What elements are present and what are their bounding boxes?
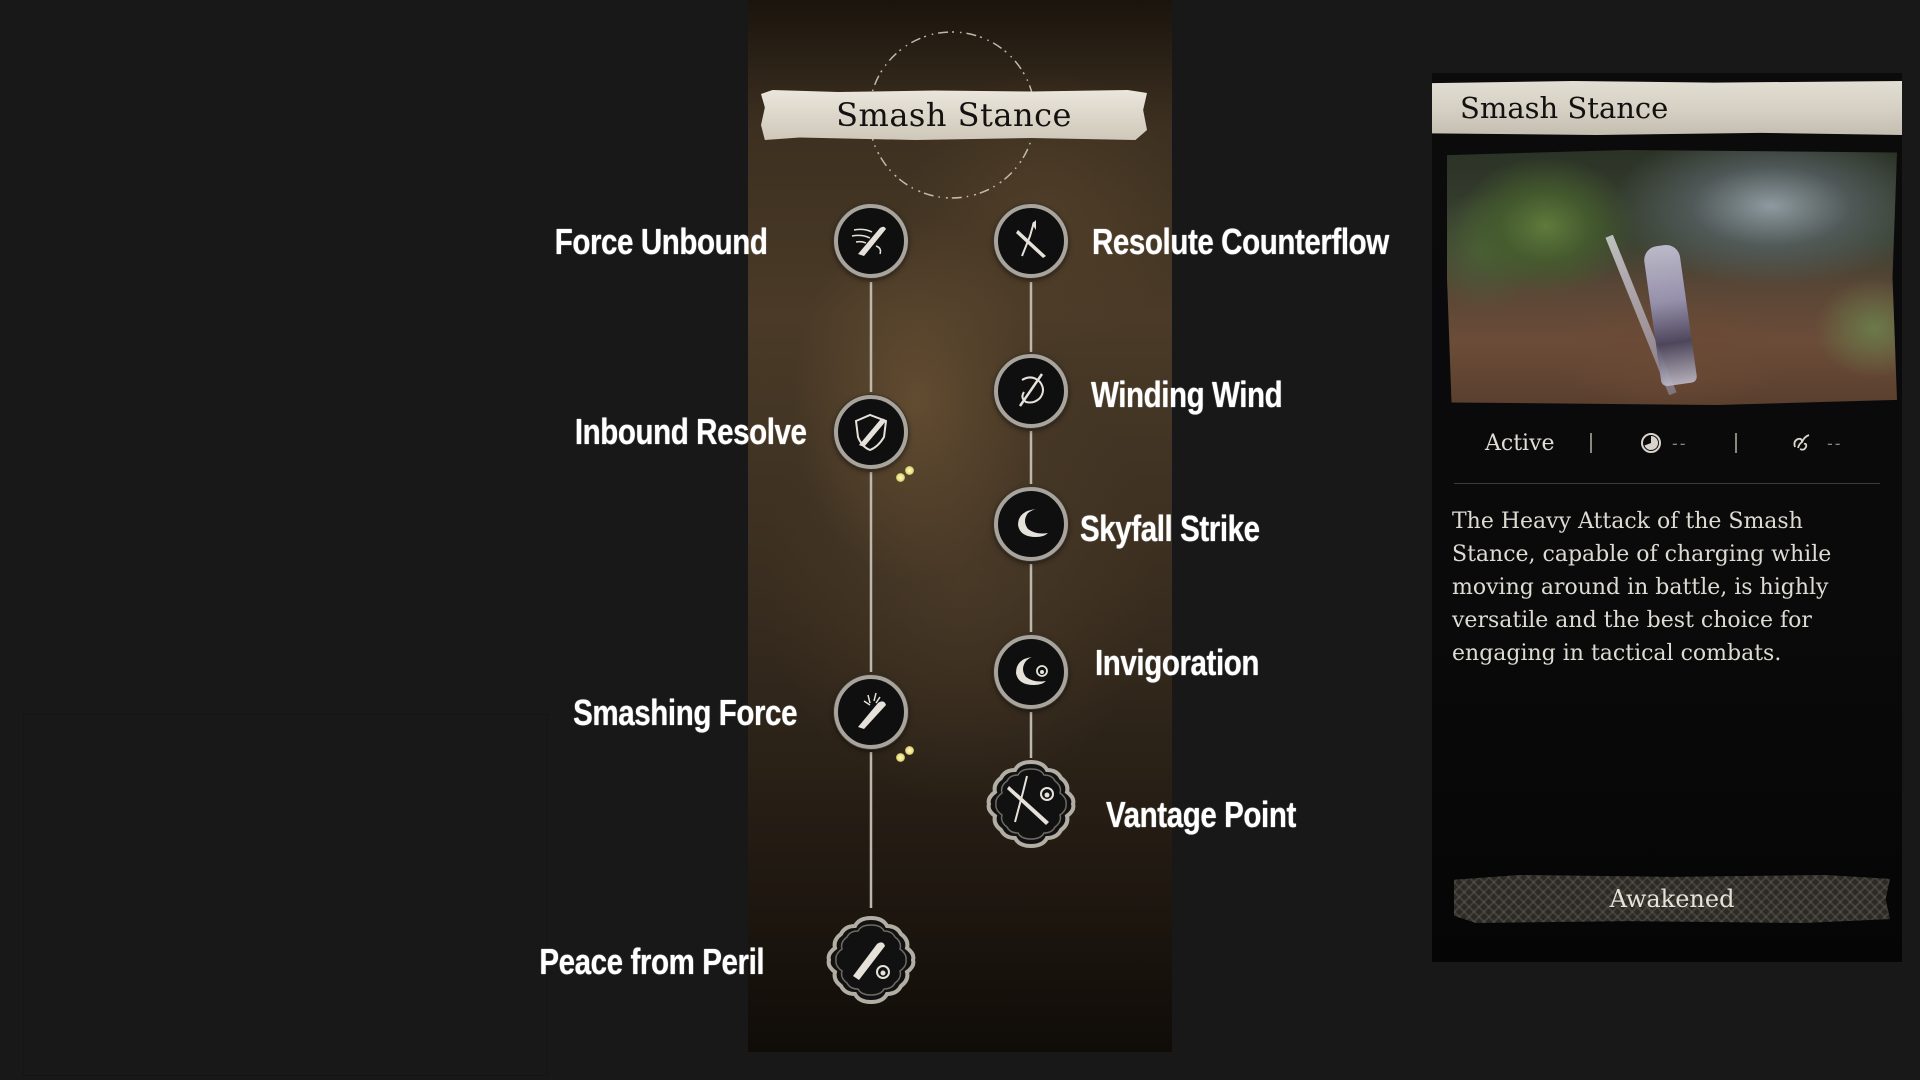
energy-cost-value: --: [1827, 433, 1843, 453]
skill-node-winding-wind[interactable]: [994, 354, 1068, 428]
upgrade-indicator-dots: [896, 744, 920, 764]
skill-stats-row: Active -- --: [1432, 418, 1902, 468]
awakened-label: Awakened: [1609, 885, 1735, 913]
skill-node-invigoration[interactable]: [994, 635, 1068, 709]
stat-separator: [1735, 433, 1737, 453]
empty-overlay-region: [23, 714, 548, 1076]
skill-label-smashing-force: Smashing Force: [573, 692, 797, 733]
awakened-status-button[interactable]: Awakened: [1454, 875, 1890, 923]
upgrade-indicator-dots: [896, 464, 920, 484]
stance-title: Smash Stance: [836, 96, 1072, 134]
stat-separator: [1590, 433, 1592, 453]
skill-label-winding-wind: Winding Wind: [1091, 374, 1283, 415]
preview-character: [1642, 243, 1698, 387]
cooldown-value: --: [1672, 433, 1688, 453]
skill-label-vantage-point: Vantage Point: [1106, 794, 1296, 835]
ornate-frame: [986, 759, 1076, 849]
skill-description: The Heavy Attack of the Smash Stance, ca…: [1452, 509, 1832, 666]
skill-label-skyfall-strike: Skyfall Strike: [1080, 508, 1260, 549]
skill-node-resolute-counterflow[interactable]: [994, 204, 1068, 278]
skill-detail-panel: Smash Stance Active -- -- The Heavy Atta…: [1432, 73, 1902, 962]
club-burst-icon: [858, 692, 886, 729]
club-shield-icon: [854, 413, 888, 452]
detail-title-bar: Smash Stance: [1432, 81, 1902, 135]
detail-title: Smash Stance: [1460, 91, 1669, 125]
crescent-flame-icon: [1016, 657, 1048, 685]
skill-label-inbound-resolve: Inbound Resolve: [575, 411, 807, 452]
stats-divider: [1454, 483, 1880, 484]
skill-node-smashing-force[interactable]: [834, 675, 908, 749]
skill-type-label: Active: [1485, 430, 1555, 456]
skill-node-inbound-resolve[interactable]: [834, 395, 908, 469]
skill-node-skyfall-strike[interactable]: [994, 487, 1068, 561]
club-wind-icon: [851, 226, 886, 256]
stance-title-banner: Smash Stance: [761, 90, 1147, 140]
energy-cost-icon: [1790, 431, 1814, 455]
cooldown-icon: [1640, 432, 1662, 454]
skill-label-peace-from-peril: Peace from Peril: [539, 941, 764, 982]
gameplay-preview-image: [1447, 150, 1897, 405]
skill-node-force-unbound[interactable]: [834, 204, 908, 278]
ornate-frame: [826, 915, 916, 1005]
swirl-slash-icon: [1018, 373, 1044, 407]
skill-label-invigoration: Invigoration: [1095, 642, 1259, 683]
crescent-arc-icon: [1018, 509, 1048, 537]
skill-node-peace-from-peril[interactable]: [825, 914, 917, 1006]
crossed-weapons-icon: [1016, 220, 1046, 258]
skill-node-vantage-point[interactable]: [985, 758, 1077, 850]
skill-label-resolute-counterflow: Resolute Counterflow: [1092, 221, 1389, 262]
skill-label-force-unbound: Force Unbound: [554, 221, 767, 262]
